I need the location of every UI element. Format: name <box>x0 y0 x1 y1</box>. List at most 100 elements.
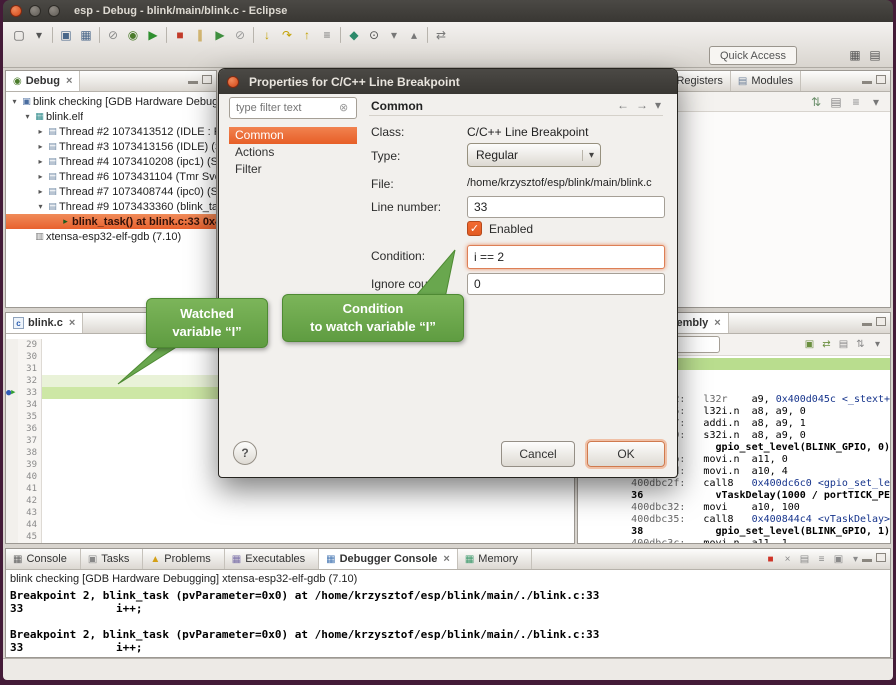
view-tab[interactable]: ▤ Modules <box>731 71 801 91</box>
breakpoint-marker[interactable] <box>6 399 18 411</box>
condition-input[interactable] <box>467 245 665 269</box>
breakpoint-marker[interactable] <box>6 351 18 363</box>
perspective-debug-icon[interactable]: ▦ <box>845 46 865 64</box>
debug-tree-item[interactable]: ▸ ▤ Thread #6 1073431104 (Tmr Svc) (Susp… <box>6 169 216 184</box>
search-icon[interactable]: ⊙ <box>364 26 384 44</box>
save-all-icon[interactable]: ▦ <box>76 26 96 44</box>
home-icon[interactable]: ▣ <box>801 336 818 354</box>
sync-icon[interactable]: ⇅ <box>852 336 869 354</box>
breakpoint-marker[interactable] <box>6 447 18 459</box>
separator[interactable] <box>99 27 100 43</box>
close-tab-icon[interactable]: × <box>714 317 720 329</box>
breakpoint-marker[interactable] <box>6 411 18 423</box>
console-tab[interactable]: ▣ Tasks <box>81 549 144 569</box>
collapse-all-icon[interactable]: ⇅ <box>806 93 826 111</box>
close-tab-icon[interactable]: × <box>69 317 75 329</box>
show-source-icon[interactable]: ▤ <box>835 336 852 354</box>
run-icon[interactable]: ▶ <box>143 26 163 44</box>
console-tab[interactable]: ▦ Executables <box>225 549 319 569</box>
debug-tree-item[interactable]: ▸ ▤ Thread #7 1073408744 (ipc0) (Suspend… <box>6 184 216 199</box>
breakpoint-marker[interactable] <box>6 423 18 435</box>
debug-tree-item[interactable]: ▾ ▣ blink checking [GDB Hardware Debuggi… <box>6 94 216 109</box>
dialog-section-item[interactable]: Actions <box>229 144 357 161</box>
prev-annotation-icon[interactable]: ▴ <box>404 26 424 44</box>
next-annotation-icon[interactable]: ▾ <box>384 26 404 44</box>
window-maximize-button[interactable] <box>48 5 60 17</box>
layout-icon[interactable]: ▤ <box>826 93 846 111</box>
twisty-icon[interactable]: ▾ <box>35 202 46 211</box>
console-tab[interactable]: ▦ Debugger Console × <box>319 549 458 569</box>
breakpoint-marker[interactable] <box>6 339 18 351</box>
link-with-editor-icon[interactable]: ⇄ <box>431 26 451 44</box>
console-tab[interactable]: ▦ Memory <box>458 549 532 569</box>
forward-icon[interactable]: → <box>636 98 648 112</box>
pin-console-icon[interactable]: ▣ <box>830 551 847 567</box>
maximize-icon[interactable] <box>876 75 886 84</box>
view-menu-icon[interactable]: ▾ <box>655 98 661 112</box>
breakpoint-marker[interactable] <box>6 483 18 495</box>
debug-tree-item[interactable]: ▥ xtensa-esp32-elf-gdb (7.10) <box>6 229 216 244</box>
debug-tree-item[interactable]: ▸ blink_task() at blink.c:33 0x400dbc2a <box>6 214 216 229</box>
minimize-icon[interactable] <box>862 317 872 326</box>
minimize-icon[interactable] <box>862 75 872 84</box>
dialog-section-item[interactable]: Filter <box>229 161 357 178</box>
debug-icon[interactable]: ◉ <box>123 26 143 44</box>
twisty-icon[interactable]: ▾ <box>9 97 20 106</box>
cancel-button[interactable]: Cancel <box>501 441 575 467</box>
perspective-cpp-icon[interactable]: ▤ <box>865 46 885 64</box>
breakpoint-marker[interactable] <box>6 387 18 399</box>
enabled-checkbox[interactable]: ✓ <box>467 221 482 236</box>
close-tab-icon[interactable]: × <box>443 553 449 565</box>
debug-tree-item[interactable]: ▸ ▤ Thread #4 1073410208 (ipc1) (Suspend… <box>6 154 216 169</box>
step-over-icon[interactable]: ↷ <box>277 26 297 44</box>
separator[interactable] <box>427 27 428 43</box>
dialog-section-item[interactable]: Common <box>229 127 357 144</box>
filter-icon[interactable]: ≡ <box>846 93 866 111</box>
minimize-icon[interactable] <box>188 75 198 84</box>
clear-filter-icon[interactable]: ⊗ <box>339 101 348 114</box>
filter-input[interactable] <box>229 97 357 119</box>
breakpoint-marker[interactable] <box>6 495 18 507</box>
step-return-icon[interactable]: ↑ <box>297 26 317 44</box>
type-dropdown[interactable]: Regular ▾ <box>467 143 601 167</box>
new-class-icon[interactable]: ◆ <box>344 26 364 44</box>
maximize-icon[interactable] <box>202 75 212 84</box>
twisty-icon[interactable]: ▸ <box>35 127 46 136</box>
dialog-close-button[interactable] <box>227 76 239 88</box>
breakpoint-marker[interactable] <box>6 507 18 519</box>
ok-button[interactable]: OK <box>587 441 665 467</box>
scroll-lock-icon[interactable]: ≡ <box>813 551 830 567</box>
console-tab[interactable]: ▲ Problems <box>143 549 224 569</box>
clear-console-icon[interactable]: ▤ <box>796 551 813 567</box>
window-minimize-button[interactable] <box>29 5 41 17</box>
debug-tree-item[interactable]: ▸ ▤ Thread #2 1073413512 (IDLE : Running… <box>6 124 216 139</box>
twisty-icon[interactable]: ▸ <box>35 172 46 181</box>
separator[interactable] <box>52 27 53 43</box>
console-tab[interactable]: ▦ Console <box>6 549 81 569</box>
twisty-icon[interactable]: ▾ <box>22 112 33 121</box>
terminate-icon[interactable]: ■ <box>762 551 779 567</box>
breakpoint-marker[interactable] <box>6 363 18 375</box>
breakpoint-marker[interactable] <box>6 459 18 471</box>
debug-tree-item[interactable]: ▾ ▦ blink.elf <box>6 109 216 124</box>
twisty-icon[interactable]: ▸ <box>35 187 46 196</box>
separator[interactable] <box>253 27 254 43</box>
tab-debug[interactable]: ◉ Debug × <box>6 71 80 91</box>
ignore-count-input[interactable] <box>467 273 665 295</box>
disconnect-icon[interactable]: ⊘ <box>230 26 250 44</box>
save-icon[interactable]: ▣ <box>56 26 76 44</box>
maximize-icon[interactable] <box>876 317 886 326</box>
quick-access-button[interactable]: Quick Access <box>709 46 797 65</box>
breakpoint-marker[interactable] <box>6 471 18 483</box>
separator[interactable] <box>340 27 341 43</box>
minimize-icon[interactable] <box>862 553 872 562</box>
view-menu-icon[interactable]: ▾ <box>869 336 886 354</box>
breakpoint-marker[interactable] <box>6 435 18 447</box>
back-icon[interactable]: ← <box>617 98 629 112</box>
step-into-icon[interactable]: ↓ <box>257 26 277 44</box>
breakpoint-marker[interactable] <box>6 519 18 531</box>
new-dropdown-icon[interactable]: ▾ <box>29 26 49 44</box>
twisty-icon[interactable]: ▸ <box>35 142 46 151</box>
tab-blink-c[interactable]: c blink.c × <box>6 313 83 333</box>
maximize-icon[interactable] <box>876 553 886 562</box>
